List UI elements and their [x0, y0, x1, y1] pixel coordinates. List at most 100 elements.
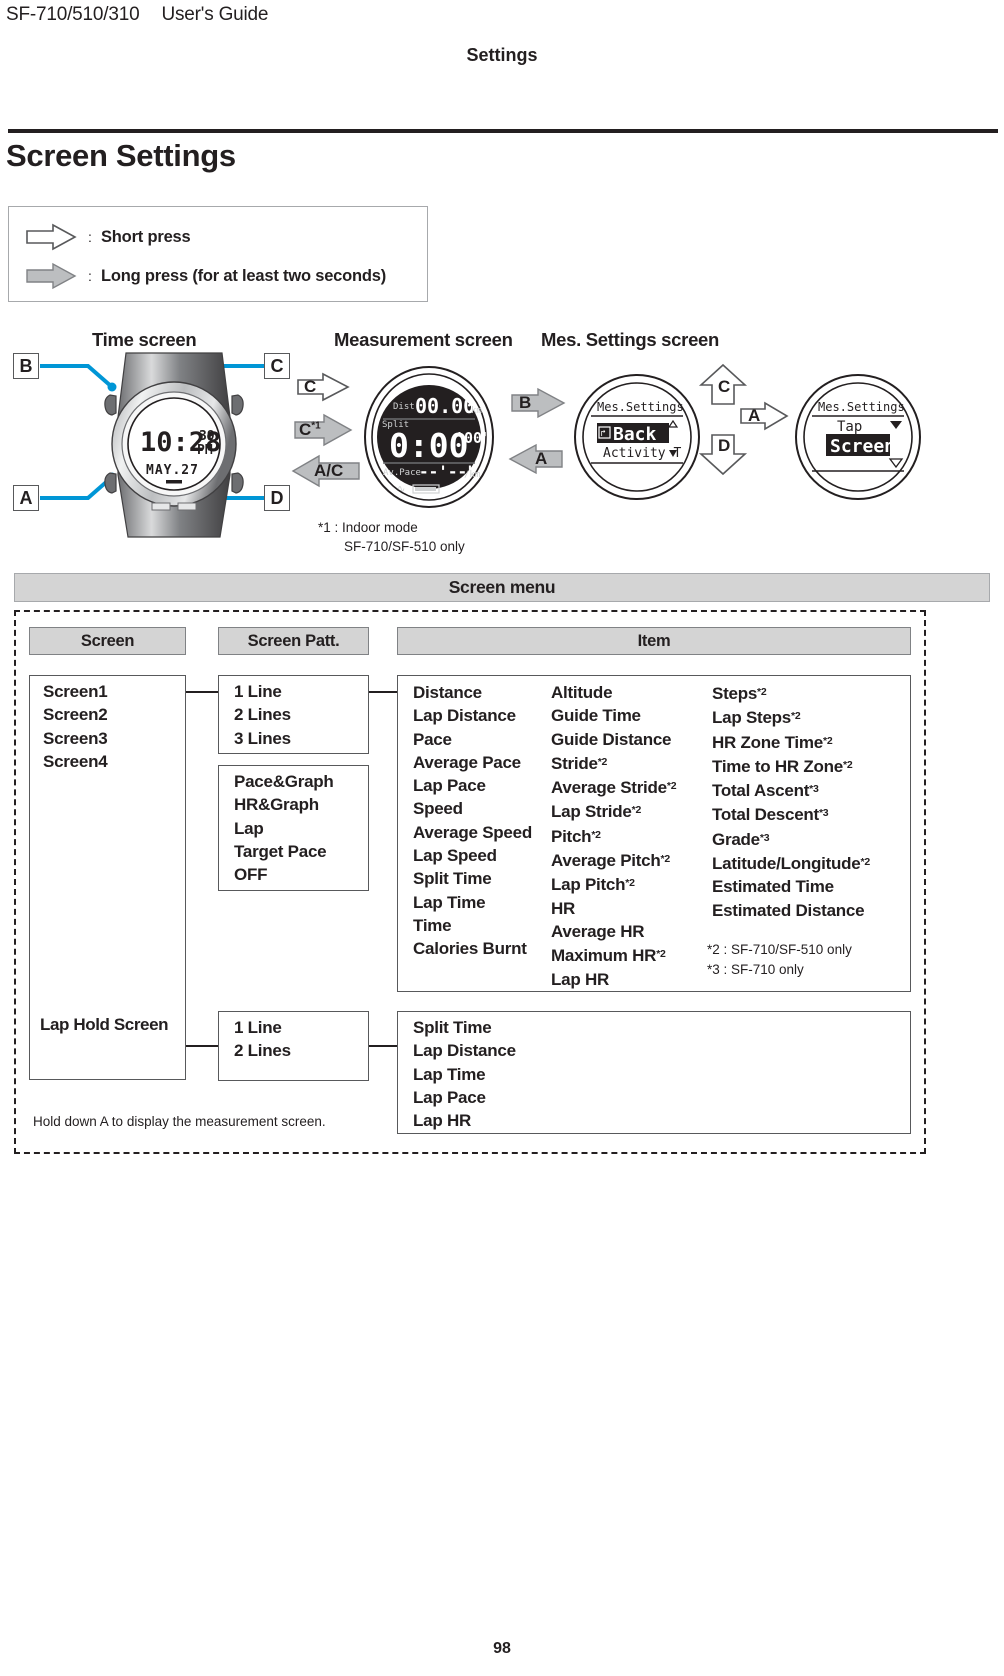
list-item: Speed — [413, 799, 463, 819]
patt-lap-hold-list: 1 Line 2 Lines — [234, 1016, 291, 1063]
item-footnotes: *2 : SF-710/SF-510 only *3 : SF-710 only — [707, 940, 852, 980]
indoor-mode-footnote: *1 : Indoor mode SF-710/SF-510 only — [318, 518, 465, 556]
item-column-2: Altitude Guide Time Guide Distance Stride*2… — [551, 681, 677, 991]
list-item: Lap Pace — [413, 776, 486, 796]
svg-text:Av.Pace: Av.Pace — [383, 468, 421, 478]
list-item: Maximum HR*2 — [551, 946, 666, 966]
list-item: Average Pitch*2 — [551, 851, 671, 871]
list-item: Lap Steps*2 — [712, 708, 801, 728]
item-footnote-marker: *2 — [843, 758, 853, 771]
column-header-screen: Screen — [29, 627, 186, 655]
item-footnote-marker: *2 — [660, 853, 671, 866]
measurement-screen-face: Dist. 00.00 km Split 0:00 '00" Av.Pace -… — [363, 365, 495, 514]
svg-text:MAY.27: MAY.27 — [146, 463, 199, 478]
product-model: SF-710/510/310 — [6, 4, 140, 25]
list-item: Split Time — [413, 869, 492, 889]
list-item: Lap Pitch*2 — [551, 875, 635, 895]
hold-down-a-note: Hold down A to display the measurement s… — [33, 1114, 326, 1129]
list-item: 2 Lines — [234, 705, 291, 725]
list-item: Screen2 — [43, 705, 108, 725]
svg-text:∿: ∿ — [397, 484, 405, 495]
item-footnote-marker: *2 — [822, 734, 833, 747]
arrow-b-long-icon — [511, 387, 566, 419]
page-title: Screen Settings — [6, 138, 236, 173]
list-item: Guide Time — [551, 706, 641, 726]
list-item: Lap HR — [551, 969, 609, 989]
svg-text:Back: Back — [613, 424, 657, 445]
item-footnote-marker: *3 — [818, 807, 829, 820]
list-item: 1 Line — [234, 682, 282, 701]
footnote-line-1: *1 : Indoor mode — [318, 520, 418, 535]
screen-list: Screen1 Screen2 Screen3 Screen4 — [43, 680, 108, 773]
list-item: Estimated Distance — [712, 900, 865, 920]
hollow-right-arrow-icon — [23, 222, 79, 252]
button-callout-c: C — [264, 353, 290, 379]
list-item: Lap Pace — [413, 1087, 486, 1107]
list-item: Altitude — [551, 683, 613, 702]
list-item: Lap — [234, 818, 264, 838]
svg-text:Tap: Tap — [837, 419, 862, 435]
svg-text:/km: /km — [464, 470, 480, 480]
list-item: Total Ascent*3 — [712, 781, 819, 801]
button-callout-a: A — [13, 485, 39, 511]
list-item: Lap Distance — [413, 706, 516, 726]
list-item: 1 Line — [234, 1018, 282, 1037]
item-footnote-marker: *2 — [860, 856, 870, 869]
list-item: HR Zone Time*2 — [712, 732, 833, 752]
list-item: HR — [551, 898, 576, 918]
list-item: Stride*2 — [551, 753, 608, 773]
page-number: 98 — [493, 1640, 511, 1657]
list-item: 2 Lines — [234, 1041, 291, 1061]
legend-label-short: Short press — [101, 227, 191, 246]
list-item: Average HR — [551, 921, 645, 941]
item-footnote-marker: *3 — [759, 831, 770, 844]
item-footnote-marker: *2 — [625, 877, 635, 890]
list-item: Time — [413, 915, 452, 935]
legend-colon-long: : — [88, 268, 92, 284]
item-footnote-marker: *2 — [791, 710, 801, 723]
guide-label: User's Guide — [161, 4, 269, 25]
list-item: Average Stride*2 — [551, 778, 677, 798]
legend-row-long: : Long press (for at least two seconds) — [23, 259, 386, 293]
list-item: Lap HR — [413, 1111, 471, 1131]
list-item: HR&Graph — [234, 795, 319, 815]
item-footnote-marker: *2 — [591, 828, 601, 841]
list-item: Target Pace — [234, 841, 327, 861]
list-item: Lap Speed — [413, 846, 497, 866]
list-item: Screen3 — [43, 728, 108, 748]
patt-pace-list: Pace&Graph HR&Graph Lap Target Pace OFF — [234, 770, 334, 886]
legend-label-long: Long press (for at least two seconds) — [101, 266, 387, 285]
item-footnote-marker: *2 — [757, 686, 767, 698]
mes-settings-screen-2: Mes.Settings Tap Screen — [794, 373, 922, 506]
list-item: Average Speed — [413, 822, 532, 842]
arrow-label-ac-long: A/C — [314, 461, 344, 480]
connector-laphold-to-patt — [186, 1045, 218, 1047]
svg-text:Mes.Settings: Mes.Settings — [818, 400, 905, 414]
item-lap-hold-list: Split Time Lap Distance Lap Time Lap Pace La… — [413, 1016, 516, 1132]
arrow-label-a-short: A — [748, 406, 761, 425]
lap-hold-screen-label: Lap Hold Screen — [40, 1015, 169, 1034]
list-item: Split Time — [413, 1018, 492, 1037]
list-item: Total Descent*3 — [712, 805, 829, 825]
footnote-line-2: SF-710/SF-510 only — [344, 539, 465, 554]
legend-row-short: : Short press — [23, 220, 191, 254]
list-item: Guide Distance — [551, 729, 672, 749]
connector-patt-to-item — [369, 691, 397, 693]
item-footnote-marker: *2 — [666, 780, 677, 793]
svg-text:km: km — [471, 406, 482, 416]
screen-menu-band: Screen menu — [14, 573, 990, 602]
press-legend-box: : Short press : Long press (for at least… — [8, 206, 428, 302]
svg-text:Mes.Settings: Mes.Settings — [597, 400, 684, 414]
footnote-star3: *3 : SF-710 only — [707, 962, 804, 977]
arrow-label-c-short: C — [304, 377, 317, 396]
list-item: Time to HR Zone*2 — [712, 756, 853, 776]
column-header-item: Item — [397, 627, 911, 655]
mes-settings-screen-1: Mes.Settings ↱ Back Activity T — [573, 373, 701, 506]
patt-lines-list: 1 Line 2 Lines 3 Lines — [234, 680, 291, 750]
list-item: Steps*2 — [712, 684, 767, 703]
caption-mes-settings-screen: Mes. Settings screen — [541, 329, 720, 350]
filled-right-arrow-icon — [23, 261, 79, 291]
svg-text:00.00: 00.00 — [415, 394, 475, 418]
arrow-label-b: B — [519, 393, 532, 412]
connector-screen-to-patt — [186, 691, 218, 693]
